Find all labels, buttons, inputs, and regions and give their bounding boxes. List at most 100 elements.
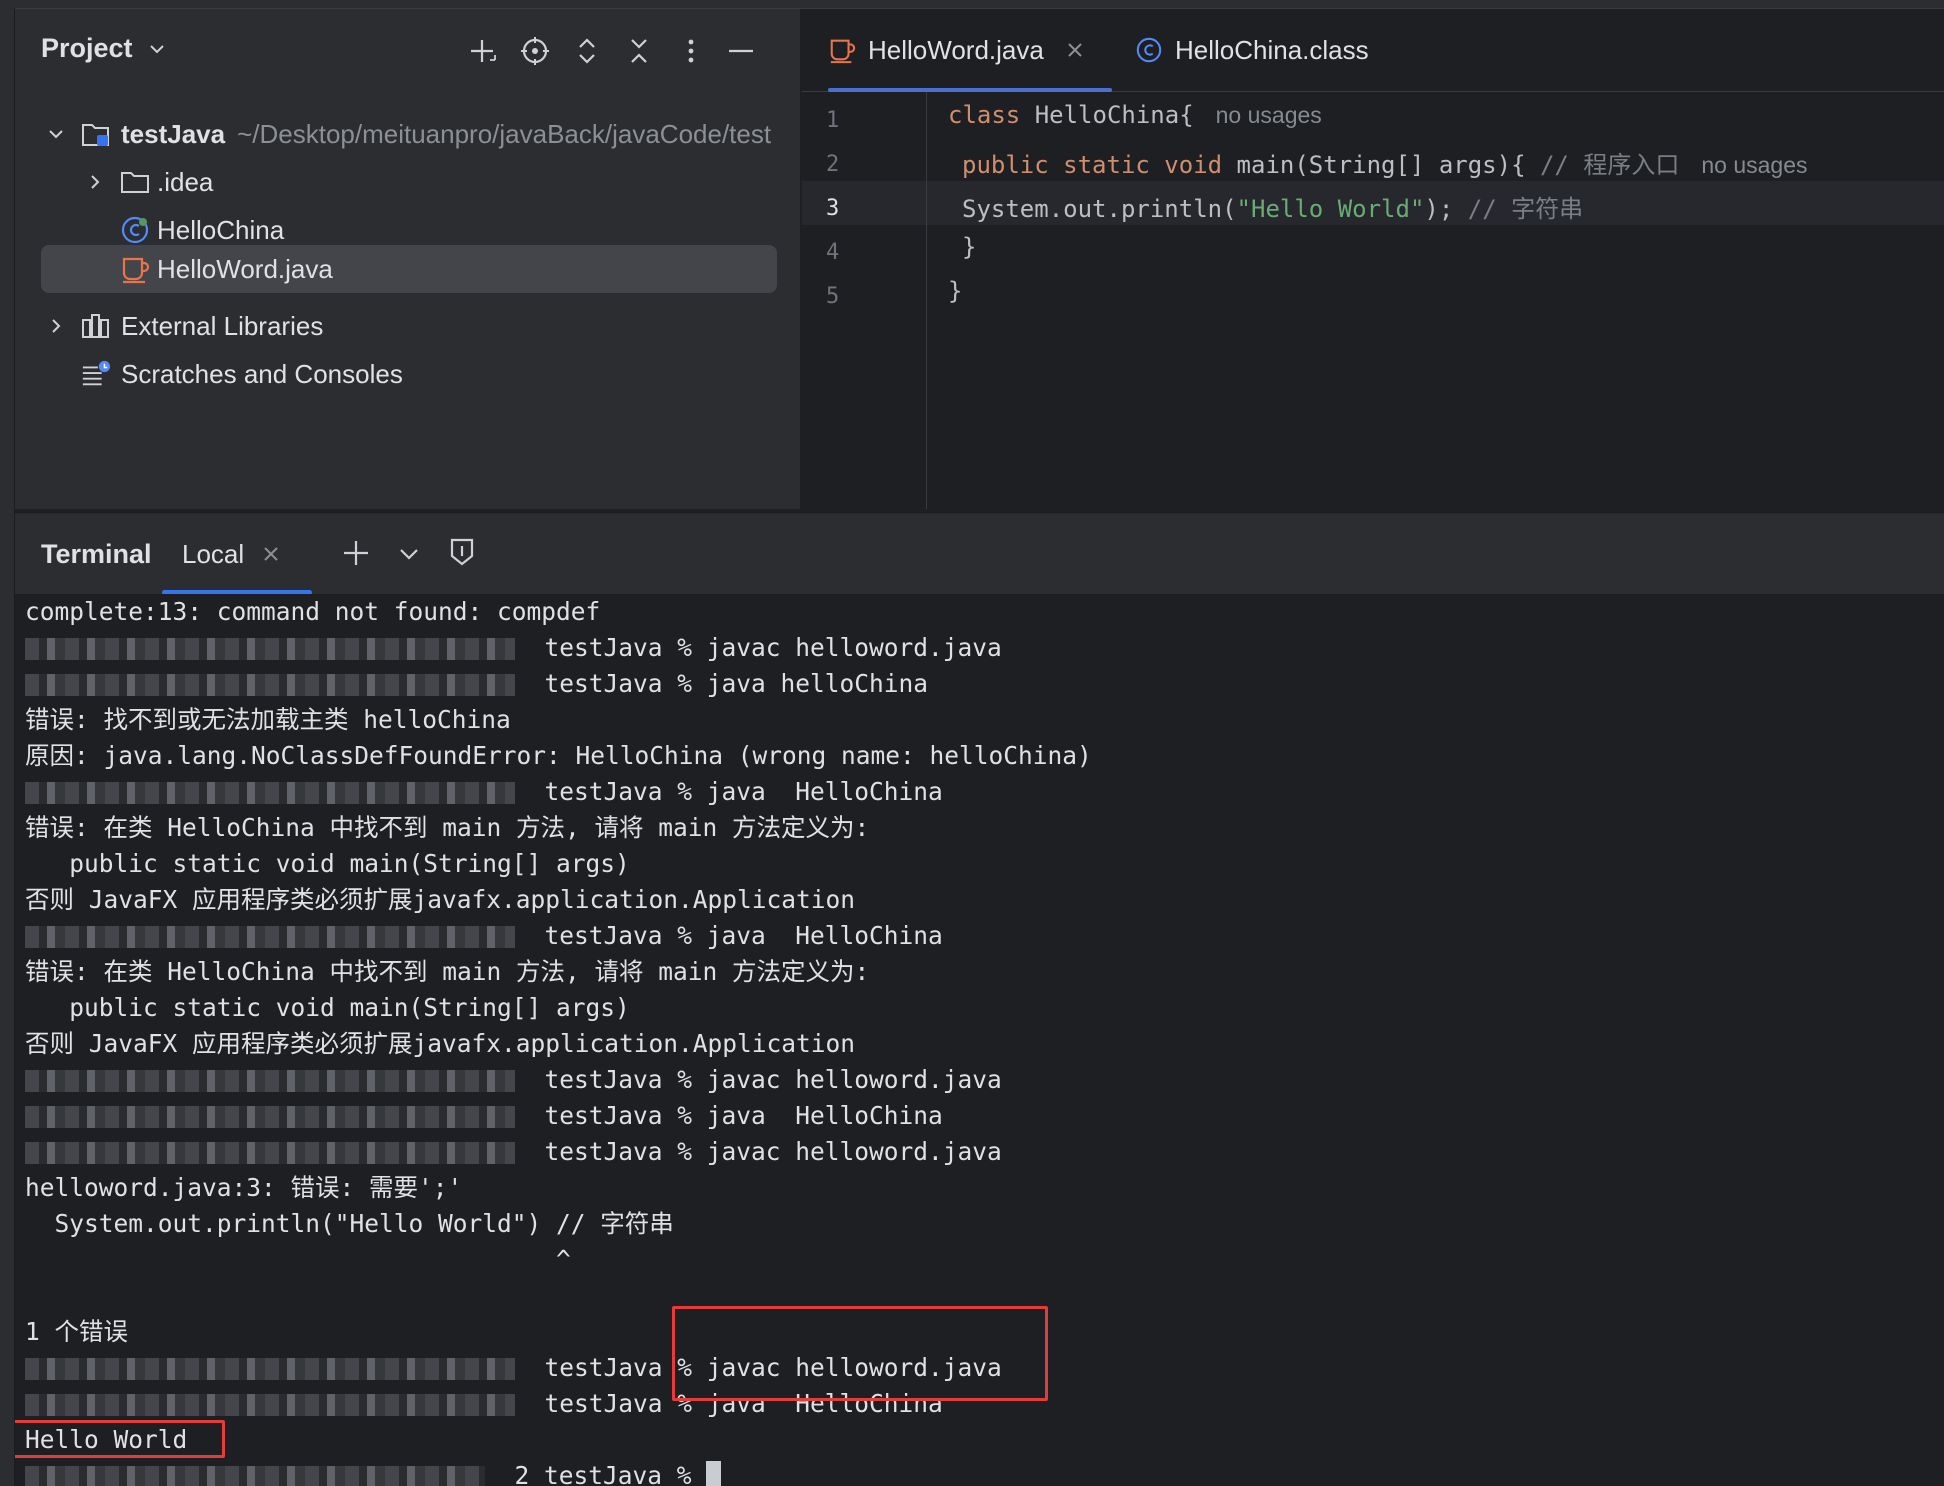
- tree-item-idea[interactable]: .idea: [15, 159, 800, 205]
- terminal-line: System.out.println("Hello World") // 字符串: [25, 1209, 674, 1238]
- plus-icon: [344, 541, 368, 565]
- class-file-icon: [1135, 36, 1163, 64]
- module-folder-icon: [81, 119, 111, 149]
- collapse-all-button[interactable]: [619, 31, 659, 71]
- chevron-down-icon[interactable]: [45, 123, 67, 145]
- redacted-prompt: [25, 1142, 515, 1164]
- expand-all-button[interactable]: [567, 31, 607, 71]
- code-text: System.out.println(: [962, 195, 1237, 223]
- chevron-down-icon: [148, 34, 166, 65]
- terminal-line: testJava % java HelloChina: [25, 918, 943, 954]
- shield-icon: [450, 538, 474, 566]
- tree-item-label: HelloChina: [157, 214, 285, 245]
- code-line-5[interactable]: }: [948, 277, 962, 305]
- java-file-icon: [828, 36, 856, 64]
- terminal-cursor: [706, 1461, 722, 1486]
- target-icon: [521, 37, 549, 65]
- tree-item-testjava[interactable]: testJava ~/Desktop/meituanpro/javaBack/ja…: [15, 111, 800, 157]
- tree-item-scratches[interactable]: Scratches and Consoles: [15, 351, 800, 397]
- terminal-line: testJava % javac helloword.java: [25, 630, 1002, 666]
- code-line-2[interactable]: public static void main(String[] args){ …: [962, 145, 1807, 180]
- usage-hint[interactable]: no usages: [1216, 102, 1322, 128]
- line-number: 1: [826, 108, 840, 133]
- project-view-selector[interactable]: Project: [41, 33, 166, 65]
- new-file-button[interactable]: [463, 31, 503, 71]
- keyword: public static void: [962, 151, 1223, 179]
- redacted-prompt: [25, 1070, 515, 1092]
- redacted-prompt: [25, 674, 515, 696]
- chevron-down-icon: [400, 549, 418, 560]
- collapse-icon: [631, 39, 647, 63]
- terminal-line: public static void main(String[] args): [25, 993, 630, 1022]
- tab-label: Local: [182, 538, 245, 569]
- tree-item-label: Scratches and Consoles: [121, 358, 403, 389]
- options-button[interactable]: [671, 31, 711, 71]
- redacted-prompt: [25, 1466, 485, 1486]
- redacted-prompt: [25, 926, 515, 948]
- line-number: 3: [826, 196, 840, 221]
- locate-file-button[interactable]: [515, 31, 555, 71]
- tree-item-label: HelloWord.java: [157, 253, 333, 284]
- minimize-icon: [729, 49, 753, 53]
- terminal-line: testJava % javac helloword.java: [25, 1062, 1002, 1098]
- scratches-icon: [81, 359, 111, 389]
- tab-helloword-java[interactable]: HelloWord.java: [828, 9, 1112, 92]
- terminal-output[interactable]: complete:13: command not found: compdef …: [15, 594, 1944, 1486]
- tab-local[interactable]: Local: [161, 513, 313, 595]
- hide-panel-button[interactable]: [721, 31, 761, 71]
- redacted-prompt: [25, 638, 515, 660]
- tab-hellochina-class[interactable]: HelloChina.class: [1135, 9, 1369, 91]
- expand-icon: [579, 38, 595, 64]
- class-file-icon: [120, 215, 150, 245]
- tree-item-external-libraries[interactable]: External Libraries: [15, 303, 800, 349]
- code-line-4[interactable]: }: [962, 233, 976, 261]
- plus-icon: [471, 40, 496, 62]
- line-number: 5: [826, 284, 840, 309]
- redacted-prompt: [25, 1358, 515, 1380]
- terminal-line: 原因: java.lang.NoClassDefFoundError: Hell…: [25, 741, 1092, 770]
- code-line-1[interactable]: class HelloChina{ no usages: [948, 101, 1322, 129]
- redacted-prompt: [25, 1106, 515, 1128]
- project-title: Project: [41, 33, 133, 63]
- new-terminal-button[interactable]: [342, 539, 370, 567]
- tree-item-label: External Libraries: [121, 310, 324, 341]
- tree-item-label: .idea: [157, 166, 214, 197]
- chevron-right-icon[interactable]: [45, 315, 67, 337]
- close-icon[interactable]: [1066, 41, 1084, 59]
- chevron-right-icon[interactable]: [84, 171, 106, 193]
- terminal-prompt-line[interactable]: 2 testJava %: [25, 1458, 722, 1486]
- tab-label: HelloChina.class: [1175, 34, 1369, 65]
- terminal-line: ^: [25, 1245, 571, 1274]
- project-path: ~/Desktop/meituanpro/javaBack/javaCode/t…: [237, 118, 772, 149]
- line-number: 4: [826, 240, 840, 265]
- window-top-strip: [0, 0, 1944, 9]
- terminal-line: 否则 JavaFX 应用程序类必须扩展javafx.application.Ap…: [25, 885, 856, 914]
- tree-item-label: testJava: [121, 118, 226, 149]
- usage-hint[interactable]: no usages: [1701, 152, 1807, 178]
- library-icon: [81, 311, 111, 341]
- more-vertical-icon: [688, 39, 694, 63]
- highlight-box-output: [15, 1420, 225, 1458]
- terminal-line: public static void main(String[] args): [25, 849, 630, 878]
- terminal-options-dropdown[interactable]: [398, 543, 420, 565]
- string-literal: "Hello World": [1236, 195, 1425, 223]
- terminal-line: complete:13: command not found: compdef: [25, 597, 601, 626]
- terminal-line: 错误: 在类 HelloChina 中找不到 main 方法, 请将 main …: [25, 813, 870, 842]
- code-line-3[interactable]: System.out.println("Hello World"); // 字符…: [962, 189, 1583, 224]
- editor-tabs: HelloWord.java HelloChina.class: [802, 9, 1944, 92]
- terminal-line: testJava % java HelloChina: [25, 1098, 943, 1134]
- tree-item-helloword-java[interactable]: HelloWord.java: [41, 245, 777, 293]
- code-text: HelloChina{: [1020, 101, 1194, 129]
- terminal-settings-button[interactable]: [448, 537, 476, 567]
- terminal-line: testJava % java helloChina: [25, 666, 928, 702]
- comment: // 程序入口: [1539, 151, 1680, 179]
- terminal-line: helloword.java:3: 错误: 需要';': [25, 1173, 463, 1202]
- close-icon[interactable]: [262, 545, 280, 563]
- line-number: 2: [826, 152, 840, 177]
- redacted-prompt: [25, 782, 515, 804]
- code-editor: HelloWord.java HelloChina.class 1 2 3 4 …: [802, 9, 1944, 509]
- code-text: main(String[] args){: [1222, 151, 1540, 179]
- terminal-line: 否则 JavaFX 应用程序类必须扩展javafx.application.Ap…: [25, 1029, 856, 1058]
- tab-label: HelloWord.java: [868, 34, 1044, 65]
- keyword: class: [948, 101, 1021, 129]
